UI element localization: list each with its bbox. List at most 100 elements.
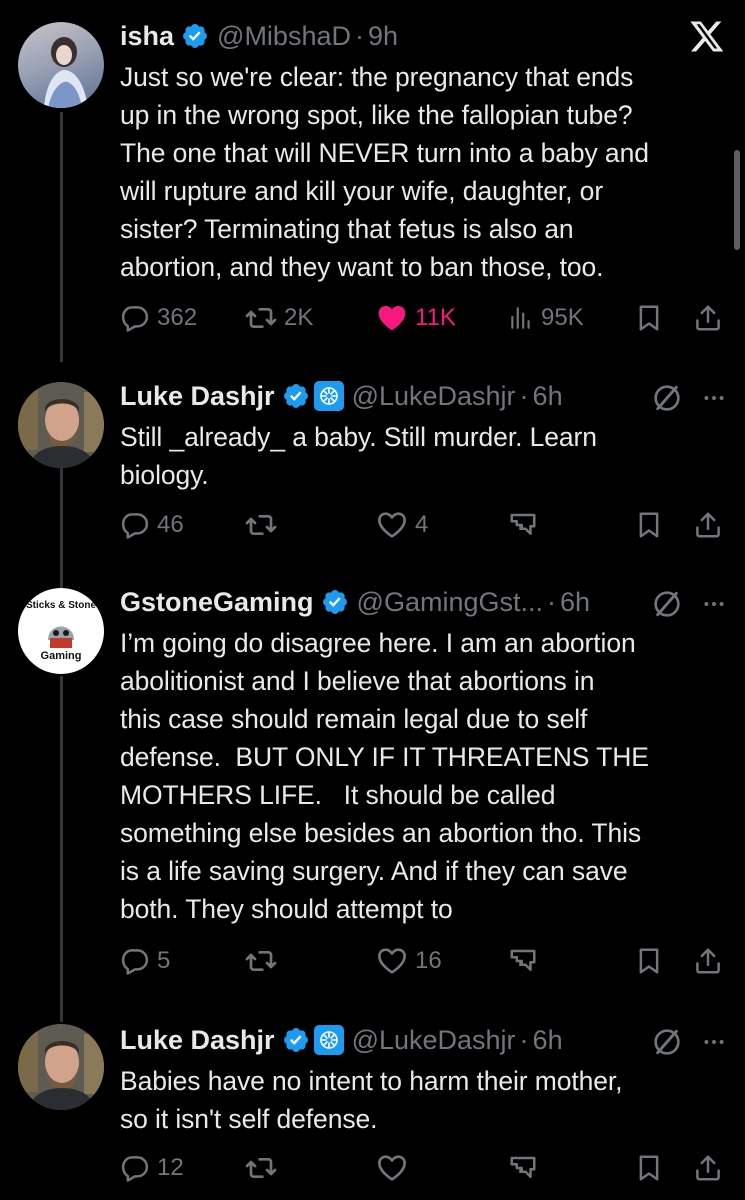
like-button[interactable]: 4 xyxy=(376,505,428,545)
reply-button[interactable]: 362 xyxy=(120,298,197,338)
bookmark-icon xyxy=(634,303,664,333)
more-icon[interactable] xyxy=(701,591,727,617)
tip-icon xyxy=(508,946,538,976)
author-name[interactable]: Luke Dashjr xyxy=(120,381,275,412)
reply-icon xyxy=(120,303,150,333)
repost-count: 2K xyxy=(284,304,314,331)
share-button[interactable] xyxy=(693,298,723,338)
action-bar: 46 4 xyxy=(120,505,730,545)
like-count: 16 xyxy=(415,947,442,974)
tip-icon xyxy=(508,510,538,540)
tip-button[interactable] xyxy=(508,941,538,981)
avatar-text-bottom: Gaming xyxy=(40,650,82,662)
action-bar: 362 2K 11K 95K xyxy=(120,298,730,338)
repost-button[interactable] xyxy=(245,941,284,981)
tweet-header: GstoneGaming @GamingGst... · 6h xyxy=(120,584,725,620)
action-bar: 12 xyxy=(120,1148,730,1188)
repost-icon xyxy=(245,302,277,334)
verified-badge-icon xyxy=(321,588,349,616)
author-name[interactable]: Luke Dashjr xyxy=(120,1025,275,1056)
tweet-text: Just so we're clear: the pregnancy that … xyxy=(120,62,649,282)
tip-button[interactable] xyxy=(508,1148,538,1188)
tweet[interactable]: Luke Dashjr @LukeDashjr · 6h Still _alre… xyxy=(0,360,745,580)
grok-icon[interactable] xyxy=(651,1026,683,1058)
tweet-top-actions xyxy=(651,1026,727,1058)
views-count: 95K xyxy=(541,304,584,331)
reply-icon xyxy=(120,946,150,976)
bookmark-icon xyxy=(634,1153,664,1183)
verified-badge-icon xyxy=(181,22,209,50)
affiliate-badge-icon[interactable] xyxy=(313,381,344,411)
avatar[interactable] xyxy=(18,382,104,468)
reply-button[interactable]: 5 xyxy=(120,941,170,981)
like-icon xyxy=(376,302,408,334)
tweet[interactable]: Sticks & Stone Gaming GstoneGaming @Gami… xyxy=(0,580,745,1010)
like-button[interactable]: 16 xyxy=(376,941,442,981)
avatar[interactable] xyxy=(18,1024,104,1110)
author-handle[interactable]: @LukeDashjr xyxy=(352,381,516,412)
timestamp[interactable]: 9h xyxy=(368,21,398,52)
like-count: 4 xyxy=(415,511,429,538)
verified-badge-icon xyxy=(282,1026,310,1054)
reply-icon xyxy=(120,1153,150,1183)
repost-button[interactable]: 2K xyxy=(245,298,313,338)
verified-badge-icon xyxy=(282,382,310,410)
share-icon xyxy=(693,303,723,333)
tweet-top-actions xyxy=(651,382,727,414)
repost-icon xyxy=(245,1152,277,1184)
share-icon xyxy=(693,1153,723,1183)
grok-icon[interactable] xyxy=(651,382,683,414)
bookmark-button[interactable] xyxy=(634,505,664,545)
like-icon xyxy=(376,1152,408,1184)
tip-icon xyxy=(508,1153,538,1183)
reply-button[interactable]: 12 xyxy=(120,1148,184,1188)
timestamp[interactable]: 6h xyxy=(533,1025,563,1056)
tweet-header: isha @MibshaD · 9h xyxy=(120,18,725,54)
x-logo-icon[interactable] xyxy=(689,18,725,54)
author-handle[interactable]: @MibshaD xyxy=(217,21,351,52)
like-button[interactable] xyxy=(376,1148,415,1188)
share-icon xyxy=(693,510,723,540)
bookmark-button[interactable] xyxy=(634,1148,664,1188)
share-button[interactable] xyxy=(693,505,723,545)
scrollbar[interactable] xyxy=(734,150,740,250)
timestamp[interactable]: 6h xyxy=(533,381,563,412)
repost-icon xyxy=(245,945,277,977)
bookmark-button[interactable] xyxy=(634,941,664,981)
author-name[interactable]: GstoneGaming xyxy=(120,587,314,618)
reply-count: 5 xyxy=(157,947,171,974)
grok-icon[interactable] xyxy=(651,588,683,620)
affiliate-badge-icon[interactable] xyxy=(313,1025,344,1055)
tweet[interactable]: Luke Dashjr @LukeDashjr · 6h Babies have… xyxy=(0,1010,745,1200)
reply-icon xyxy=(120,510,150,540)
views-button[interactable]: 95K xyxy=(508,298,584,338)
repost-button[interactable] xyxy=(245,1148,284,1188)
reply-count: 46 xyxy=(157,511,184,538)
views-icon xyxy=(508,304,534,332)
author-handle[interactable]: @LukeDashjr xyxy=(352,1025,516,1056)
tweet[interactable]: isha @MibshaD · 9h Just so we're clear: … xyxy=(0,0,745,360)
separator-dot: · xyxy=(354,20,364,51)
like-button[interactable]: 11K xyxy=(376,298,456,338)
tweet-text: Babies have no intent to harm their moth… xyxy=(120,1066,623,1134)
tweet-text: Still _already_ a baby. Still murder. Le… xyxy=(120,422,597,490)
avatar[interactable] xyxy=(18,22,104,108)
share-button[interactable] xyxy=(693,941,723,981)
author-name[interactable]: isha xyxy=(120,21,174,52)
share-icon xyxy=(693,946,723,976)
avatar[interactable]: Sticks & Stone Gaming xyxy=(18,588,104,674)
bookmark-icon xyxy=(634,946,664,976)
author-handle[interactable]: @GamingGst... xyxy=(357,587,543,618)
more-icon[interactable] xyxy=(701,385,727,411)
share-button[interactable] xyxy=(693,1148,723,1188)
timestamp[interactable]: 6h xyxy=(560,587,590,618)
tip-button[interactable] xyxy=(508,505,538,545)
bookmark-icon xyxy=(634,510,664,540)
more-icon[interactable] xyxy=(701,1029,727,1055)
repost-button[interactable] xyxy=(245,505,284,545)
tweet-text: I’m going do disagree here. I am an abor… xyxy=(120,628,649,924)
bookmark-button[interactable] xyxy=(634,298,664,338)
reply-button[interactable]: 46 xyxy=(120,505,184,545)
separator-dot: · xyxy=(519,1024,529,1055)
separator-dot: · xyxy=(547,586,556,617)
